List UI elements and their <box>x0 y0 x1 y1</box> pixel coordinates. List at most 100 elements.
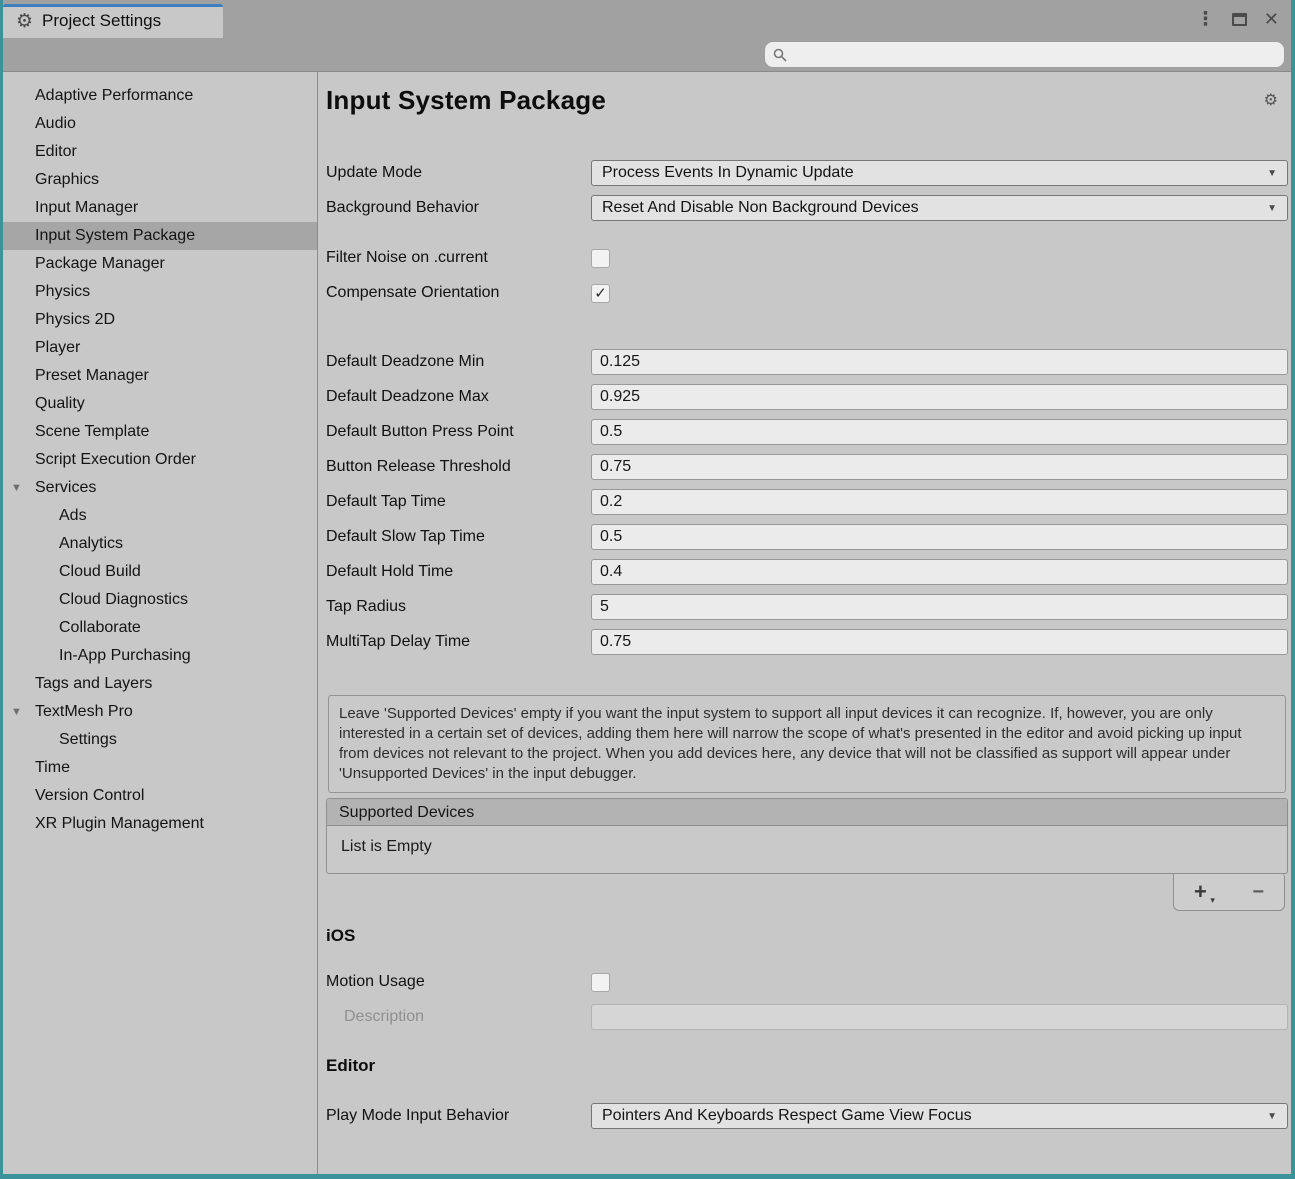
sidebar-item-label: Settings <box>59 731 117 748</box>
field-label: Play Mode Input Behavior <box>326 1107 591 1125</box>
sidebar-item-time[interactable]: Time <box>3 754 317 782</box>
maximize-icon[interactable] <box>1232 13 1247 26</box>
background-behavior-dropdown[interactable]: Reset And Disable Non Background Devices… <box>591 195 1288 221</box>
sidebar-item-label: Time <box>35 759 70 776</box>
field-label: Motion Usage <box>326 973 591 991</box>
sidebar-item-label: TextMesh Pro <box>35 703 133 720</box>
foldout-arrow-icon[interactable]: ▼ <box>11 474 22 502</box>
field-row: Description <box>326 1004 1288 1030</box>
remove-device-button[interactable]: − <box>1252 882 1264 902</box>
sidebar-item-graphics[interactable]: Graphics <box>3 166 317 194</box>
text-field[interactable] <box>591 559 1288 585</box>
kebab-menu-icon[interactable]: ⋮ <box>1196 10 1215 29</box>
field-label: Default Deadzone Min <box>326 353 591 371</box>
text-field[interactable] <box>591 524 1288 550</box>
helpbox: Leave 'Supported Devices' empty if you w… <box>328 695 1286 793</box>
sidebar-item-label: Physics <box>35 283 90 300</box>
field-row: Default Deadzone Max <box>326 384 1288 410</box>
tab-project-settings[interactable]: ⚙ Project Settings <box>3 4 223 38</box>
sidebar-item-ads[interactable]: Ads <box>3 502 317 530</box>
compensate-orientation-checkbox[interactable]: ✓ <box>591 284 610 303</box>
sidebar-item-textmesh-pro[interactable]: ▼ TextMesh Pro <box>3 698 317 726</box>
settings-panel: Input System Package ⚙ Update Mode Proce… <box>318 72 1291 1174</box>
field-label: Default Button Press Point <box>326 423 591 441</box>
supported-devices-header: Supported Devices <box>327 799 1287 826</box>
sidebar-item-settings[interactable]: Settings <box>3 726 317 754</box>
ios-section-heading: iOS <box>326 925 1288 947</box>
sidebar-item-label: Ads <box>59 507 87 524</box>
sidebar-item-editor[interactable]: Editor <box>3 138 317 166</box>
sidebar-item-cloud-build[interactable]: Cloud Build <box>3 558 317 586</box>
add-device-button[interactable]: + ▾ <box>1194 881 1207 903</box>
sidebar-item-audio[interactable]: Audio <box>3 110 317 138</box>
play-mode-input-behavior-dropdown[interactable]: Pointers And Keyboards Respect Game View… <box>591 1103 1288 1129</box>
sidebar-item-services[interactable]: ▼Services <box>3 474 317 502</box>
field-row: Button Release Threshold <box>326 454 1288 480</box>
field-label: Default Tap Time <box>326 493 591 511</box>
foldout-arrow-icon[interactable]: ▼ <box>11 698 22 726</box>
sidebar-item-label: Preset Manager <box>35 367 149 384</box>
sidebar-item-label: Player <box>35 339 80 356</box>
sidebar-item-physics-2d[interactable]: Physics 2D <box>3 306 317 334</box>
sidebar-item-cloud-diagnostics[interactable]: Cloud Diagnostics <box>3 586 317 614</box>
filter-noise-checkbox[interactable] <box>591 249 610 268</box>
editor-section-heading: Editor <box>326 1055 1288 1077</box>
search-icon <box>773 48 787 62</box>
chevron-down-icon: ▼ <box>1267 1111 1277 1122</box>
sidebar-item-label: Version Control <box>35 787 144 804</box>
sidebar-item-label: Package Manager <box>35 255 165 272</box>
text-field[interactable] <box>591 349 1288 375</box>
sidebar-item-label: Cloud Diagnostics <box>59 591 188 608</box>
presets-gear-icon[interactable]: ⚙ <box>1264 90 1278 110</box>
sidebar-item-package-manager[interactable]: Package Manager <box>3 250 317 278</box>
field-row: Compensate Orientation ✓ <box>326 280 1288 306</box>
text-field[interactable] <box>591 629 1288 655</box>
sidebar-item-label: In-App Purchasing <box>59 647 191 664</box>
sidebar-item-quality[interactable]: Quality <box>3 390 317 418</box>
sidebar-item-version-control[interactable]: Version Control <box>3 782 317 810</box>
sidebar-item-scene-template[interactable]: Scene Template <box>3 418 317 446</box>
text-field[interactable] <box>591 454 1288 480</box>
motion-usage-checkbox[interactable] <box>591 973 610 992</box>
sidebar: Adaptive PerformanceAudioEditorGraphicsI… <box>3 72 318 1174</box>
text-field[interactable] <box>591 594 1288 620</box>
numeric-fields: Default Deadzone Min Default Deadzone Max… <box>326 349 1288 655</box>
field-row: Default Slow Tap Time <box>326 524 1288 550</box>
text-field[interactable] <box>591 489 1288 515</box>
sidebar-item-adaptive-performance[interactable]: Adaptive Performance <box>3 82 317 110</box>
close-icon[interactable]: ✕ <box>1264 10 1279 28</box>
tab-title: Project Settings <box>42 11 161 31</box>
sidebar-item-collaborate[interactable]: Collaborate <box>3 614 317 642</box>
sidebar-item-input-system-package[interactable]: Input System Package <box>3 222 317 250</box>
field-row: Default Deadzone Min <box>326 349 1288 375</box>
field-label: Default Hold Time <box>326 563 591 581</box>
sidebar-item-preset-manager[interactable]: Preset Manager <box>3 362 317 390</box>
sidebar-item-label: Script Execution Order <box>35 451 196 468</box>
field-row: Default Hold Time <box>326 559 1288 585</box>
sidebar-item-script-execution-order[interactable]: Script Execution Order <box>3 446 317 474</box>
sidebar-item-in-app-purchasing[interactable]: In-App Purchasing <box>3 642 317 670</box>
gear-icon: ⚙ <box>16 12 33 31</box>
chevron-down-icon: ▼ <box>1267 203 1277 214</box>
sidebar-item-input-manager[interactable]: Input Manager <box>3 194 317 222</box>
list-empty-text: List is Empty <box>327 826 1287 873</box>
sidebar-item-tags-and-layers[interactable]: Tags and Layers <box>3 670 317 698</box>
sidebar-item-physics[interactable]: Physics <box>3 278 317 306</box>
update-mode-dropdown[interactable]: Process Events In Dynamic Update ▼ <box>591 160 1288 186</box>
sidebar-item-analytics[interactable]: Analytics <box>3 530 317 558</box>
field-label: Update Mode <box>326 164 591 182</box>
field-row: Background Behavior Reset And Disable No… <box>326 195 1288 221</box>
sidebar-item-label: Audio <box>35 115 76 132</box>
text-field[interactable] <box>591 419 1288 445</box>
sidebar-item-label: Editor <box>35 143 77 160</box>
sidebar-item-label: Adaptive Performance <box>35 87 193 104</box>
field-label: Tap Radius <box>326 598 591 616</box>
sidebar-item-label: Input System Package <box>35 227 195 244</box>
sidebar-item-xr-plugin-management[interactable]: XR Plugin Management <box>3 810 317 838</box>
toolbar <box>3 38 1291 72</box>
sidebar-item-player[interactable]: Player <box>3 334 317 362</box>
search-box[interactable] <box>764 41 1285 68</box>
search-input[interactable] <box>793 47 1276 63</box>
text-field[interactable] <box>591 384 1288 410</box>
dropdown-value: Pointers And Keyboards Respect Game View… <box>602 1107 972 1125</box>
